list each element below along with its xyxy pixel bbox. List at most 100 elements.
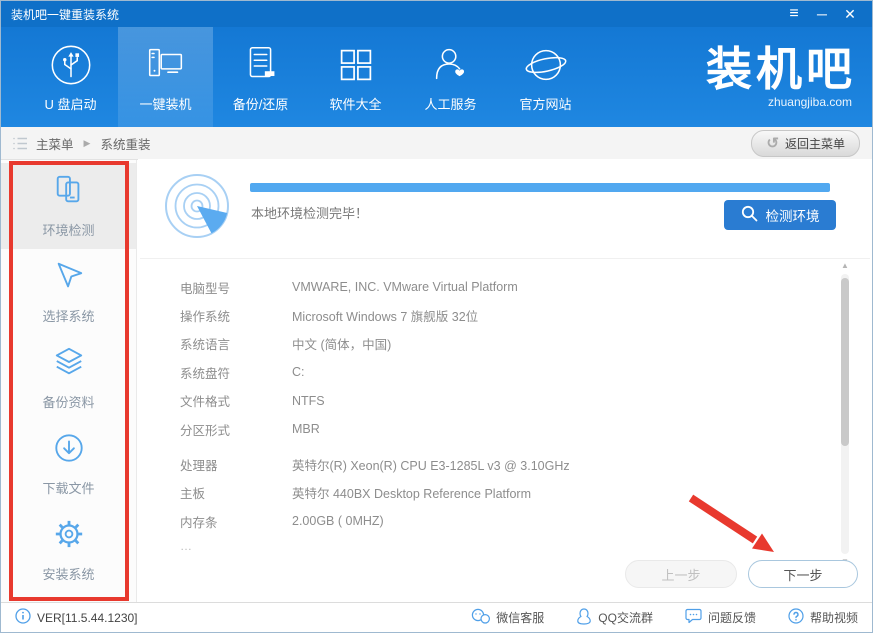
previous-step-button[interactable]: 上一步 <box>625 560 737 588</box>
info-value: 中文 (简体，中国) <box>292 334 391 353</box>
system-info-list: 电脑型号 VMWARE, INC. VMware Virtual Platfor… <box>180 273 797 556</box>
nav-item-human-service[interactable]: 人工服务 <box>403 27 498 127</box>
info-value: VMWARE, INC. VMware Virtual Platform <box>292 280 518 294</box>
scrollbar-track[interactable] <box>841 274 849 554</box>
back-button-label: 返回主菜单 <box>785 135 845 152</box>
info-label: 主板 <box>180 483 292 502</box>
info-row-partition: 分区形式 MBR <box>180 415 797 443</box>
nav-item-backup-restore[interactable]: 备份/还原 <box>213 27 308 127</box>
sidebar-item-label: 下载文件 <box>42 478 94 497</box>
info-value: 2.00GB ( 0MHZ) <box>292 514 384 528</box>
info-value: C: <box>292 365 305 379</box>
qq-group-link[interactable]: QQ交流群 <box>576 608 653 628</box>
info-label: 内存条 <box>180 512 292 531</box>
section-divider <box>140 258 870 259</box>
info-row-language: 系统语言 中文 (简体，中国) <box>180 330 797 358</box>
back-arrow-icon: ↺ <box>766 136 779 151</box>
radar-scan-icon <box>163 172 231 245</box>
backup-data-icon <box>53 346 85 383</box>
software-grid-icon <box>333 42 379 88</box>
breadcrumb-root[interactable]: 主菜单 <box>36 134 74 153</box>
info-value: MBR <box>292 422 320 436</box>
qq-icon <box>576 608 592 628</box>
search-icon <box>741 205 758 225</box>
download-files-icon <box>53 432 85 469</box>
sidebar-item-install-system[interactable]: 安装系统 <box>1 507 136 593</box>
nav-label: U 盘启动 <box>44 94 96 113</box>
wechat-icon <box>471 608 490 627</box>
nav-item-usb-boot[interactable]: U 盘启动 <box>23 27 118 127</box>
minimize-icon[interactable]: ─ <box>808 1 836 27</box>
info-label: 操作系统 <box>180 306 292 325</box>
main-panel: 本地环境检测完毕！ 检测环境 电脑型号 VMWARE, INC. VMware … <box>138 159 872 602</box>
footer-links: 微信客服 QQ交流群 <box>471 608 858 628</box>
nav-item-one-click-install[interactable]: 一键装机 <box>118 27 213 127</box>
help-video-icon <box>788 608 804 627</box>
brand-logo: 装机吧 zhuangjiba.com <box>706 27 872 127</box>
help-video-link[interactable]: 帮助视频 <box>788 608 858 628</box>
select-system-icon <box>53 260 85 297</box>
info-label: 处理器 <box>180 455 292 474</box>
nav-label: 软件大全 <box>329 94 381 113</box>
info-row-motherboard: 主板 英特尔 440BX Desktop Reference Platform <box>180 479 797 507</box>
footer-link-label: 帮助视频 <box>810 609 858 626</box>
feedback-icon <box>685 608 702 627</box>
version-text: VER[11.5.44.1230] <box>37 611 138 625</box>
nav-item-software[interactable]: 软件大全 <box>308 27 403 127</box>
wechat-support-link[interactable]: 微信客服 <box>471 608 544 628</box>
env-check-icon <box>53 174 85 211</box>
info-value: 英特尔(R) Xeon(R) CPU E3-1285L v3 @ 3.10GHz <box>292 455 570 474</box>
info-value: Microsoft Windows 7 旗舰版 32位 <box>292 306 478 325</box>
list-icon <box>13 137 28 150</box>
info-label: 文件格式 <box>180 391 292 410</box>
window-controls: ≡ ─ ✕ <box>780 1 872 27</box>
nav-label: 人工服务 <box>424 94 476 113</box>
breadcrumb-bar: 主菜单 ▶ 系统重装 ↺ 返回主菜单 <box>1 127 872 160</box>
install-system-icon <box>53 518 85 555</box>
footer-link-label: QQ交流群 <box>598 609 653 626</box>
next-step-button[interactable]: 下一步 <box>748 560 858 588</box>
breadcrumb-current: 系统重装 <box>100 134 150 153</box>
info-label: 电脑型号 <box>180 278 292 297</box>
sidebar-item-label: 安装系统 <box>42 564 94 583</box>
scrollbar-thumb[interactable] <box>841 278 849 446</box>
footer-link-label: 问题反馈 <box>708 609 756 626</box>
detect-progress-bar <box>250 183 830 192</box>
nav-label: 一键装机 <box>139 94 191 113</box>
detect-environment-button[interactable]: 检测环境 <box>724 200 836 230</box>
nav-label: 备份/还原 <box>233 94 289 113</box>
detect-status-text: 本地环境检测完毕！ <box>251 203 368 222</box>
status-bar: VER[11.5.44.1230] 微信客服 <box>1 602 872 632</box>
window-title: 装机吧一键重装系统 <box>1 6 119 23</box>
vertical-scrollbar[interactable]: ▲ ▼ <box>839 261 851 567</box>
nav-label: 官方网站 <box>519 94 571 113</box>
version-info: VER[11.5.44.1230] <box>15 608 138 627</box>
app-window: 装机吧一键重装系统 ≡ ─ ✕ U 盘启动 <box>0 0 873 633</box>
info-label: 系统语言 <box>180 334 292 353</box>
sidebar-item-env-check[interactable]: 环境检测 <box>1 163 136 249</box>
logo-text: 装机吧 <box>706 46 856 92</box>
sidebar-item-label: 备份资料 <box>42 392 94 411</box>
sidebar-item-label: 环境检测 <box>42 220 94 239</box>
feedback-link[interactable]: 问题反馈 <box>685 608 756 628</box>
info-value: 英特尔 440BX Desktop Reference Platform <box>292 483 531 502</box>
close-icon[interactable]: ✕ <box>836 1 864 27</box>
scroll-up-icon[interactable]: ▲ <box>841 261 849 271</box>
titlebar: 装机吧一键重装系统 ≡ ─ ✕ <box>1 1 872 27</box>
official-site-icon <box>523 42 569 88</box>
sidebar-item-label: 选择系统 <box>42 306 94 325</box>
back-to-main-menu-button[interactable]: ↺ 返回主菜单 <box>751 130 860 157</box>
sidebar-item-select-system[interactable]: 选择系统 <box>1 249 136 335</box>
menu-icon[interactable]: ≡ <box>780 1 808 27</box>
sidebar-item-backup-data[interactable]: 备份资料 <box>1 335 136 421</box>
sidebar-item-download-files[interactable]: 下载文件 <box>1 421 136 507</box>
info-icon <box>15 608 31 627</box>
logo-domain: zhuangjiba.com <box>768 95 856 109</box>
usb-icon <box>48 42 94 88</box>
info-label: 分区形式 <box>180 420 292 439</box>
info-row-system-drive: 系统盘符 C: <box>180 358 797 386</box>
info-row-os: 操作系统 Microsoft Windows 7 旗舰版 32位 <box>180 301 797 329</box>
backup-restore-icon <box>238 42 284 88</box>
detect-button-label: 检测环境 <box>766 205 820 225</box>
nav-item-official-site[interactable]: 官方网站 <box>498 27 593 127</box>
